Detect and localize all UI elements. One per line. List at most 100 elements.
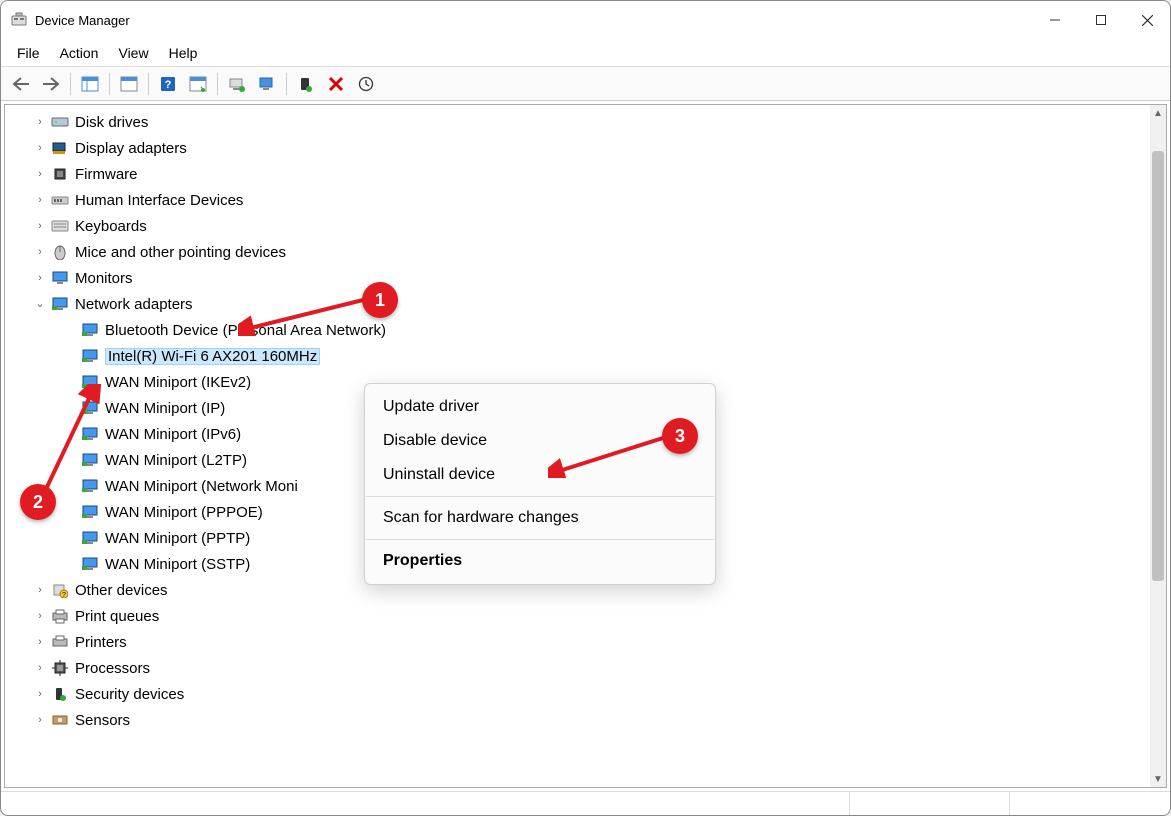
- category-printers[interactable]: › Printers: [33, 629, 1150, 655]
- network-adapter-icon: [81, 425, 99, 443]
- uninstall-device-button[interactable]: [253, 71, 281, 97]
- category-label: Network adapters: [75, 297, 193, 312]
- help-button[interactable]: ?: [154, 71, 182, 97]
- statusbar: [1, 791, 1170, 815]
- menu-help[interactable]: Help: [159, 43, 208, 63]
- status-cell: [1, 792, 850, 815]
- menubar: File Action View Help: [1, 39, 1170, 67]
- toolbar: ?: [1, 67, 1170, 101]
- chevron-right-icon[interactable]: ›: [33, 609, 47, 623]
- monitor-icon: [51, 269, 69, 287]
- category-sensors[interactable]: › Sensors: [33, 707, 1150, 733]
- context-menu: Update driver Disable device Uninstall d…: [364, 383, 716, 585]
- category-print-queues[interactable]: › Print queues: [33, 603, 1150, 629]
- network-adapter-icon: [81, 555, 99, 573]
- chevron-right-icon[interactable]: ›: [33, 115, 47, 129]
- category-hid[interactable]: › Human Interface Devices: [33, 187, 1150, 213]
- device-label: Bluetooth Device (Personal Area Network): [105, 323, 386, 338]
- annotation-badge-1: 1: [362, 282, 398, 318]
- chevron-right-icon[interactable]: ›: [33, 219, 47, 233]
- enable-device-button[interactable]: [292, 71, 320, 97]
- network-adapter-icon: [81, 451, 99, 469]
- scroll-up-button[interactable]: ▲: [1150, 105, 1166, 121]
- category-label: Sensors: [75, 713, 130, 728]
- device-label: WAN Miniport (PPTP): [105, 531, 250, 546]
- menu-action[interactable]: Action: [50, 43, 109, 63]
- device-label: WAN Miniport (PPPOE): [105, 505, 263, 520]
- category-label: Display adapters: [75, 141, 187, 156]
- category-processors[interactable]: › Processors: [33, 655, 1150, 681]
- close-button[interactable]: [1124, 1, 1170, 39]
- maximize-button[interactable]: [1078, 1, 1124, 39]
- network-adapter-icon: [81, 399, 99, 417]
- chevron-right-icon[interactable]: ›: [33, 271, 47, 285]
- cm-scan-hardware[interactable]: Scan for hardware changes: [365, 501, 715, 535]
- category-display-adapters[interactable]: › Display adapters: [33, 135, 1150, 161]
- update-driver-button[interactable]: [223, 71, 251, 97]
- scrollbar-track[interactable]: [1150, 121, 1166, 771]
- category-disk-drives[interactable]: › Disk drives: [33, 109, 1150, 135]
- cm-properties[interactable]: Properties: [365, 544, 715, 578]
- category-label: Processors: [75, 661, 150, 676]
- help-topics-button[interactable]: [115, 71, 143, 97]
- forward-button[interactable]: [37, 71, 65, 97]
- cm-update-driver[interactable]: Update driver: [365, 390, 715, 424]
- category-keyboards[interactable]: › Keyboards: [33, 213, 1150, 239]
- device-intel-wifi[interactable]: Intel(R) Wi-Fi 6 AX201 160MHz: [33, 343, 1150, 369]
- titlebar: Device Manager: [1, 1, 1170, 39]
- device-label: Intel(R) Wi-Fi 6 AX201 160MHz: [105, 348, 320, 365]
- category-label: Other devices: [75, 583, 168, 598]
- cm-separator: [365, 539, 715, 540]
- network-adapter-icon: [81, 373, 99, 391]
- device-bluetooth-pan[interactable]: Bluetooth Device (Personal Area Network): [33, 317, 1150, 343]
- device-label: WAN Miniport (IKEv2): [105, 375, 251, 390]
- action-button[interactable]: [184, 71, 212, 97]
- chevron-right-icon[interactable]: ›: [33, 687, 47, 701]
- app-icon: [11, 12, 27, 28]
- annotation-badge-3: 3: [662, 418, 698, 454]
- device-label: WAN Miniport (IPv6): [105, 427, 241, 442]
- firmware-icon: [51, 165, 69, 183]
- cm-uninstall-device[interactable]: Uninstall device: [365, 458, 715, 492]
- scan-hardware-button[interactable]: [352, 71, 380, 97]
- category-label: Print queues: [75, 609, 159, 624]
- chevron-right-icon[interactable]: ›: [33, 713, 47, 727]
- device-label: WAN Miniport (IP): [105, 401, 225, 416]
- category-monitors[interactable]: › Monitors: [33, 265, 1150, 291]
- svg-text:?: ?: [62, 592, 66, 598]
- chevron-right-icon[interactable]: ›: [33, 661, 47, 675]
- chevron-right-icon[interactable]: ›: [33, 583, 47, 597]
- category-label: Monitors: [75, 271, 133, 286]
- show-hide-console-tree-button[interactable]: [76, 71, 104, 97]
- category-label: Mice and other pointing devices: [75, 245, 286, 260]
- scroll-down-button[interactable]: ▼: [1150, 771, 1166, 787]
- chevron-right-icon[interactable]: ›: [33, 635, 47, 649]
- category-mice[interactable]: › Mice and other pointing devices: [33, 239, 1150, 265]
- category-label: Keyboards: [75, 219, 147, 234]
- category-label: Disk drives: [75, 115, 148, 130]
- device-label: WAN Miniport (Network Moni: [105, 479, 298, 494]
- category-label: Printers: [75, 635, 127, 650]
- category-network-adapters[interactable]: ⌄ Network adapters: [33, 291, 1150, 317]
- cpu-icon: [51, 659, 69, 677]
- disable-device-button[interactable]: [322, 71, 350, 97]
- scrollbar-thumb[interactable]: [1152, 151, 1164, 581]
- other-devices-icon: ?: [51, 581, 69, 599]
- hid-icon: [51, 191, 69, 209]
- chevron-right-icon[interactable]: ›: [33, 245, 47, 259]
- chevron-right-icon[interactable]: ›: [33, 167, 47, 181]
- chevron-right-icon[interactable]: ›: [33, 141, 47, 155]
- menu-view[interactable]: View: [108, 43, 158, 63]
- chevron-down-icon[interactable]: ⌄: [33, 297, 47, 311]
- device-label: WAN Miniport (SSTP): [105, 557, 250, 572]
- window-title: Device Manager: [35, 13, 130, 28]
- category-firmware[interactable]: › Firmware: [33, 161, 1150, 187]
- category-security-devices[interactable]: › Security devices: [33, 681, 1150, 707]
- back-button[interactable]: [7, 71, 35, 97]
- vertical-scrollbar[interactable]: ▲ ▼: [1150, 105, 1166, 787]
- category-label: Security devices: [75, 687, 184, 702]
- menu-file[interactable]: File: [7, 43, 50, 63]
- print-queue-icon: [51, 607, 69, 625]
- chevron-right-icon[interactable]: ›: [33, 193, 47, 207]
- minimize-button[interactable]: [1032, 1, 1078, 39]
